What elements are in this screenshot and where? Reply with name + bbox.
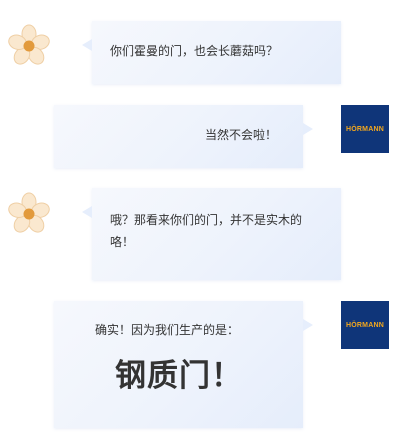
- hormann-logo: HÖRMANN: [341, 301, 389, 349]
- message-bubble: 确实！因为我们生产的是： 钢质门！: [54, 301, 313, 428]
- message-bubble: 当然不会啦！: [54, 105, 313, 168]
- logo-text: HÖRMANN: [346, 125, 384, 133]
- message-text: 哦？那看来你们的门，并不是实木的咯！: [110, 213, 303, 249]
- flower-avatar: [7, 192, 51, 236]
- message-text: 确实！因为我们生产的是：: [95, 323, 240, 337]
- hormann-logo: HÖRMANN: [341, 105, 389, 153]
- flower-icon: [8, 192, 50, 233]
- message-bubble: 哦？那看来你们的门，并不是实木的咯！: [82, 188, 341, 280]
- message-bubble: 你们霍曼的门，也会长蘑菇吗？: [82, 21, 341, 84]
- message-text: 当然不会啦！: [204, 128, 277, 142]
- flower-icon: [8, 24, 50, 65]
- flower-avatar: [7, 24, 51, 68]
- message-text: 你们霍曼的门，也会长蘑菇吗？: [110, 44, 279, 58]
- logo-text: HÖRMANN: [346, 321, 384, 329]
- emphasis-text: 钢质门！: [115, 358, 243, 394]
